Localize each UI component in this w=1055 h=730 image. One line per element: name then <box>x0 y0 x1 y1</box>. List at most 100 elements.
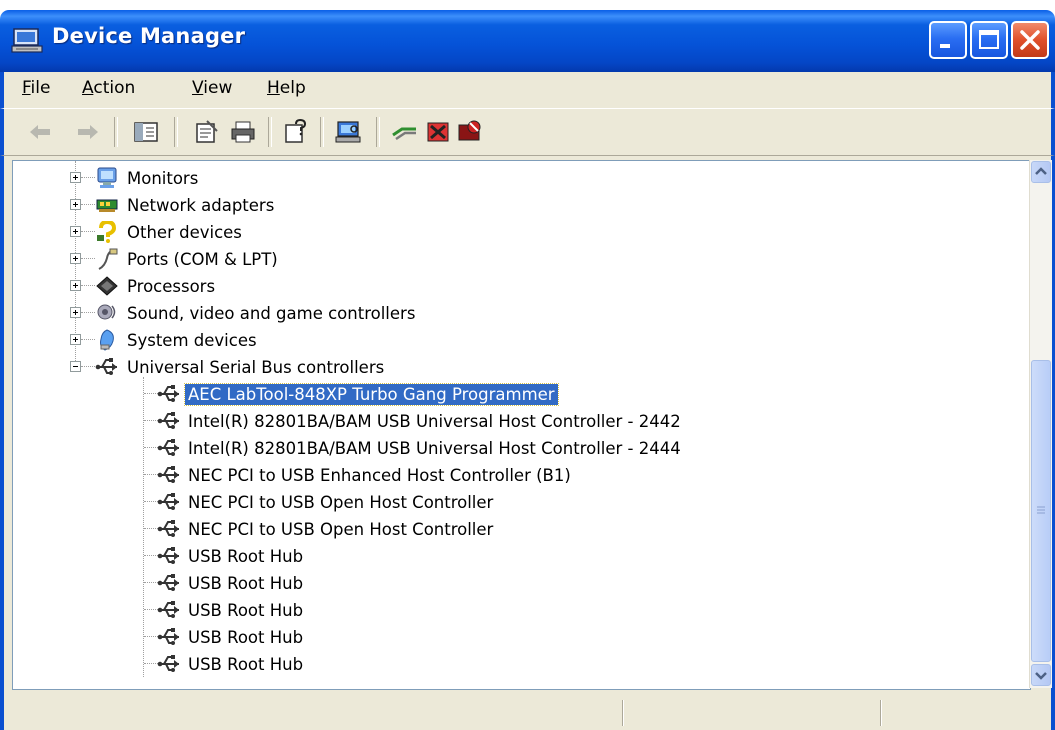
tree-connector <box>81 285 95 286</box>
tree-category-label: System devices <box>127 331 257 350</box>
usb-device-label: USB Root Hub <box>188 574 304 593</box>
status-bar <box>0 694 1055 730</box>
tree-connector <box>81 177 95 178</box>
tree-category-label: Other devices <box>127 223 242 242</box>
expand-icon[interactable] <box>70 307 81 318</box>
usb-device-label: Intel(R) 82801BA/BAM USB Universal Host … <box>188 412 681 431</box>
usb-device-label: USB Root Hub <box>188 547 304 566</box>
scroll-up-button[interactable] <box>1031 161 1051 183</box>
tree-connector <box>81 366 95 367</box>
usb-device-row[interactable]: USB Root Hub <box>13 543 1013 570</box>
menu-action[interactable]: Action <box>82 78 135 98</box>
status-pane-divider <box>622 700 624 726</box>
tree-category-label: Network adapters <box>127 196 275 215</box>
tree-connector <box>144 663 158 664</box>
usb-device-label: NEC PCI to USB Open Host Controller <box>188 520 494 539</box>
usb-icon <box>157 439 179 456</box>
expand-icon[interactable] <box>70 226 81 237</box>
disable-icon[interactable] <box>456 119 484 145</box>
tree-connector <box>144 528 158 529</box>
menu-view[interactable]: View <box>192 78 232 98</box>
usb-icon <box>157 412 179 429</box>
tree-category-system-devices[interactable]: System devices <box>13 327 1013 354</box>
minimize-icon <box>940 44 950 48</box>
maximize-button[interactable] <box>970 21 1008 59</box>
usb-icon <box>157 466 179 483</box>
usb-device-row[interactable]: AEC LabTool-848XP Turbo Gang Programmer <box>13 381 1013 408</box>
help-icon[interactable] <box>282 119 310 145</box>
scroll-thumb[interactable] <box>1031 360 1051 662</box>
tree-category-other-devices[interactable]: Other devices <box>13 219 1013 246</box>
tree-category-label: Monitors <box>127 169 199 188</box>
toolbar-separator <box>114 117 118 147</box>
tree-connector <box>144 474 158 475</box>
device-manager-icon <box>11 28 43 53</box>
close-icon <box>1020 30 1040 50</box>
tree-connector <box>81 339 95 340</box>
close-button[interactable] <box>1011 21 1049 59</box>
tree-connector <box>144 609 158 610</box>
tree-category-network-adapters[interactable]: Network adapters <box>13 192 1013 219</box>
back-arrow-icon[interactable] <box>26 119 54 145</box>
tree-category-usb-controllers[interactable]: Universal Serial Bus controllers <box>13 354 1013 381</box>
device-tree[interactable]: Monitors Network adapters Other devices … <box>12 160 1031 690</box>
menu-bar: File Action View Help <box>0 72 1055 108</box>
tree-connector <box>81 312 95 313</box>
maximize-icon <box>979 30 999 49</box>
usb-device-row[interactable]: USB Root Hub <box>13 570 1013 597</box>
tree-connector <box>81 258 95 259</box>
tree-category-sound-video-game[interactable]: Sound, video and game controllers <box>13 300 1013 327</box>
tree-connector <box>144 393 158 394</box>
tree-category-monitors[interactable]: Monitors <box>13 165 1013 192</box>
print-icon[interactable] <box>229 119 257 145</box>
tree-category-label: Processors <box>127 277 216 296</box>
usb-device-row[interactable]: NEC PCI to USB Open Host Controller <box>13 489 1013 516</box>
chevron-up-icon <box>1035 167 1047 175</box>
forward-arrow-icon[interactable] <box>74 119 102 145</box>
title-bar[interactable]: Device Manager <box>0 10 1055 72</box>
usb-device-row[interactable]: NEC PCI to USB Open Host Controller <box>13 516 1013 543</box>
menu-file[interactable]: File <box>22 78 50 98</box>
tree-connector <box>144 636 158 637</box>
tree-category-processors[interactable]: Processors <box>13 273 1013 300</box>
vertical-scrollbar[interactable] <box>1029 160 1052 688</box>
usb-icon <box>157 520 179 537</box>
expand-icon[interactable] <box>70 199 81 210</box>
tree-connector <box>144 420 158 421</box>
tree-category-label: Ports (COM & LPT) <box>127 250 278 269</box>
usb-icon <box>157 574 179 591</box>
toolbar-separator <box>268 117 272 147</box>
update-driver-icon[interactable] <box>390 119 418 145</box>
scroll-down-button[interactable] <box>1031 664 1051 686</box>
toolbar <box>0 108 1055 156</box>
usb-device-row[interactable]: USB Root Hub <box>13 624 1013 651</box>
tree-connector <box>81 204 95 205</box>
usb-device-label: USB Root Hub <box>188 628 304 647</box>
tree-category-ports[interactable]: Ports (COM & LPT) <box>13 246 1013 273</box>
usb-device-row[interactable]: NEC PCI to USB Enhanced Host Controller … <box>13 462 1013 489</box>
expand-icon[interactable] <box>70 334 81 345</box>
show-hide-console-tree-icon[interactable] <box>132 119 160 145</box>
menu-help[interactable]: Help <box>267 78 306 98</box>
usb-device-row[interactable]: USB Root Hub <box>13 597 1013 624</box>
toolbar-separator <box>376 117 380 147</box>
properties-icon[interactable] <box>192 119 220 145</box>
grip-icon <box>1037 506 1045 514</box>
collapse-icon[interactable] <box>70 361 81 372</box>
usb-device-row[interactable]: Intel(R) 82801BA/BAM USB Universal Host … <box>13 435 1013 462</box>
tree-connector <box>144 447 158 448</box>
usb-device-label: USB Root Hub <box>188 601 304 620</box>
status-pane-divider <box>880 700 882 726</box>
usb-device-label: USB Root Hub <box>188 655 304 674</box>
usb-device-label: AEC LabTool-848XP Turbo Gang Programmer <box>184 383 559 406</box>
usb-device-row[interactable]: USB Root Hub <box>13 651 1013 678</box>
network-adapter-icon <box>96 199 118 212</box>
usb-device-row[interactable]: Intel(R) 82801BA/BAM USB Universal Host … <box>13 408 1013 435</box>
expand-icon[interactable] <box>70 172 81 183</box>
uninstall-icon[interactable] <box>424 119 452 145</box>
expand-icon[interactable] <box>70 253 81 264</box>
scan-hardware-icon[interactable] <box>334 119 362 145</box>
usb-icon <box>157 601 179 618</box>
minimize-button[interactable] <box>929 21 967 59</box>
expand-icon[interactable] <box>70 280 81 291</box>
